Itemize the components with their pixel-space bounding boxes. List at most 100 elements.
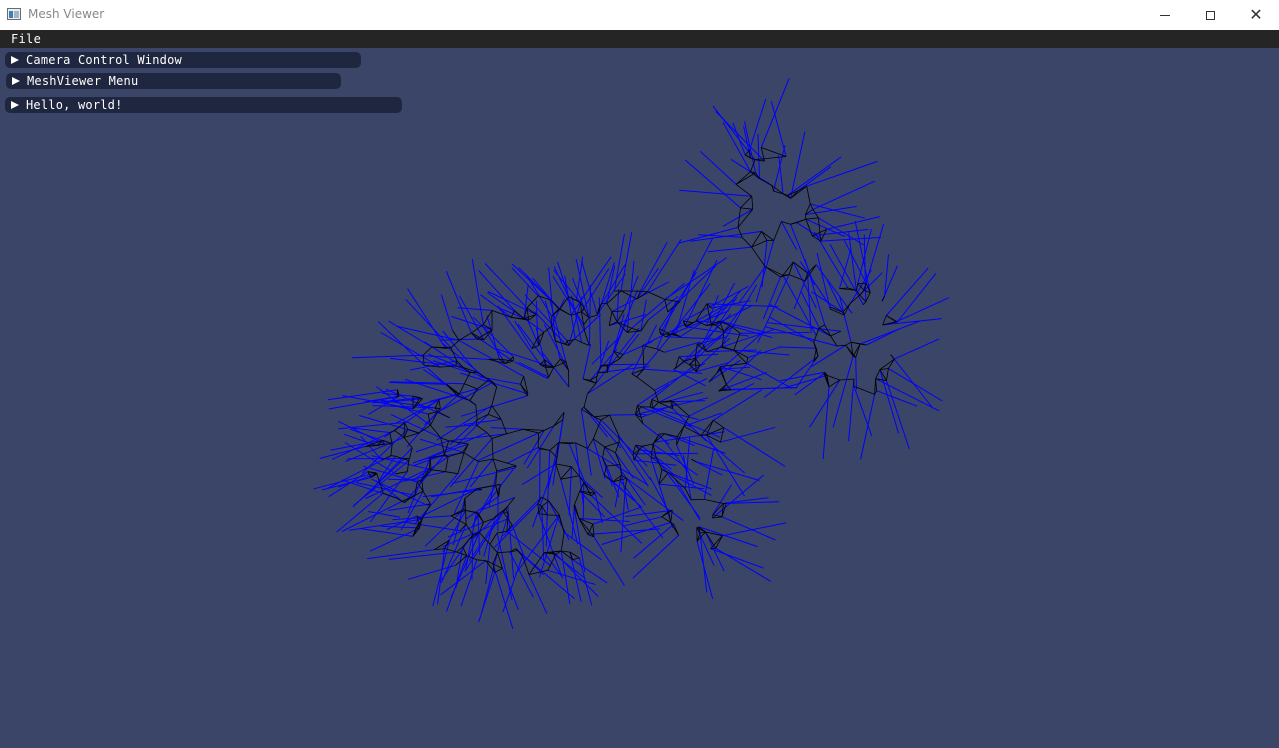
mesh-edge (422, 490, 431, 505)
normal-line (587, 363, 635, 395)
mesh-edge (437, 411, 450, 419)
normal-line (511, 524, 526, 560)
mesh-edge (547, 514, 559, 516)
mesh-edge (881, 296, 885, 302)
normal-line (514, 361, 548, 379)
normal-line (511, 263, 551, 301)
mesh-edge (631, 327, 641, 332)
menu-file[interactable]: File (11, 32, 41, 46)
normal-line (487, 291, 537, 315)
mesh-edge (547, 554, 557, 571)
mesh-edge (497, 530, 507, 534)
normal-line (712, 389, 763, 421)
mesh-edge (553, 419, 564, 427)
mesh-edge (578, 518, 589, 535)
normal-line (760, 78, 790, 148)
mesh-edge (592, 524, 595, 537)
mesh-edge (735, 184, 753, 197)
hello-world-window-header[interactable]: Hello, world! (5, 97, 402, 113)
normal-line (407, 564, 456, 580)
normal-line (555, 553, 599, 597)
normal-line (832, 356, 854, 428)
3d-viewport[interactable] (0, 48, 1279, 748)
normal-line (886, 380, 910, 450)
mesh-edge (479, 532, 491, 545)
normal-line (683, 412, 722, 427)
normal-line (634, 459, 677, 466)
mesh-edge (471, 324, 484, 334)
normal-line (755, 240, 775, 303)
normal-line (351, 354, 424, 359)
normal-line (778, 346, 817, 349)
normal-line (453, 461, 480, 514)
normal-line (401, 521, 461, 532)
mesh-edge (890, 354, 895, 360)
close-button[interactable]: ✕ (1233, 0, 1279, 30)
mesh-edge (500, 419, 508, 434)
title-bar[interactable]: Mesh Viewer ✕ (0, 0, 1279, 30)
mesh-edge (464, 498, 466, 511)
mesh-edge (886, 368, 889, 381)
mesh-edge (538, 513, 548, 516)
normal-line (507, 506, 515, 579)
mesh-edge (805, 214, 807, 220)
mesh-edge (751, 196, 754, 210)
mesh-edge (865, 292, 871, 302)
mesh-edge (445, 456, 449, 472)
normal-line (719, 320, 765, 333)
mesh-edge (572, 557, 580, 561)
normal-line (515, 515, 560, 575)
normal-line (703, 448, 715, 500)
mesh-edge (555, 463, 562, 480)
normal-line (706, 303, 779, 308)
normal-line (422, 489, 482, 498)
close-icon: ✕ (1249, 5, 1263, 24)
normal-line (548, 500, 570, 541)
mesh-edge (430, 469, 446, 473)
mesh-edge (445, 471, 458, 475)
mesh-edge (751, 246, 766, 267)
maximize-button[interactable] (1187, 0, 1233, 30)
normal-line (588, 284, 591, 346)
normal-line (863, 223, 885, 291)
normal-line (664, 341, 701, 353)
normal-line (890, 354, 934, 409)
normal-line (440, 294, 453, 331)
mesh-edge (537, 432, 540, 448)
meshviewer-menu-header[interactable]: MeshViewer Menu (6, 73, 341, 89)
mesh-edge (882, 315, 887, 326)
mesh-edge (494, 568, 503, 573)
normal-line (407, 288, 447, 349)
normal-line (654, 362, 706, 391)
normal-line (881, 265, 898, 302)
normal-line (481, 324, 506, 364)
normal-line (696, 461, 760, 481)
mesh-edge (806, 186, 811, 205)
normal-line (744, 121, 757, 174)
normal-line (478, 270, 515, 311)
collapsed-arrow-icon (12, 77, 20, 85)
normal-line (582, 343, 592, 380)
normal-line (721, 516, 776, 541)
mesh-edge (492, 458, 498, 472)
mesh-edge (683, 320, 694, 324)
normal-line (563, 531, 602, 561)
minimize-button[interactable] (1142, 0, 1188, 30)
panel-title: Camera Control Window (26, 53, 182, 67)
mesh-edge (819, 324, 825, 329)
mesh-edge (888, 358, 895, 369)
normal-line (388, 478, 422, 481)
normal-line (442, 330, 478, 373)
camera-control-window-header[interactable]: Camera Control Window (5, 52, 361, 68)
menu-bar: File (0, 30, 1279, 48)
mesh-edge (664, 299, 669, 313)
mesh-edge (636, 376, 655, 391)
mesh-edge (592, 419, 602, 439)
normal-line (490, 427, 524, 430)
normal-line (388, 320, 432, 348)
normal-line (696, 541, 714, 600)
normal-line (848, 378, 855, 442)
normal-line (706, 434, 746, 497)
normal-line (640, 406, 692, 428)
mesh-edge (830, 330, 841, 337)
